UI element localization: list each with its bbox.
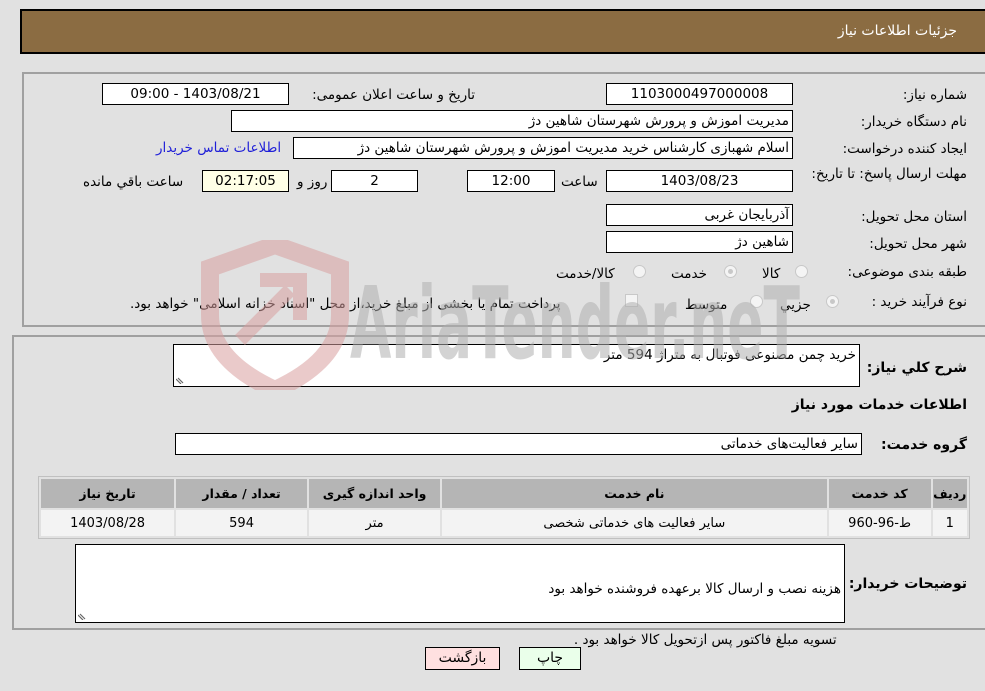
summary-text: خرید چمن مصنوعی فوتبال به متراژ 594 متر	[603, 347, 856, 363]
category-radio-service[interactable]	[724, 265, 737, 278]
process-label: نوع فرآیند خرید :	[871, 294, 967, 310]
process-minor-label: جزيي	[780, 297, 811, 313]
need-number-field: 1103000497000008	[606, 83, 793, 105]
buyer-notes-label: توضیحات خریدار:	[848, 576, 967, 592]
remaining-time-field: 02:17:05	[202, 170, 289, 192]
cell-code: ط-96-960	[828, 510, 931, 536]
print-button[interactable]: چاپ	[519, 647, 581, 670]
col-name-header: نام خدمت	[442, 479, 827, 508]
service-group-field: سایر فعالیت‌های خدماتی	[175, 433, 862, 455]
process-radio-medium[interactable]	[750, 295, 763, 308]
cell-name: سایر فعالیت های خدماتی شخصی	[442, 510, 827, 536]
need-number-label: شماره نیاز:	[902, 87, 967, 103]
col-row-header: ردیف	[932, 479, 967, 508]
services-table: ردیف کد خدمت نام خدمت واحد اندازه گیری ت…	[38, 476, 970, 539]
service-group-label: گروه خدمت:	[881, 437, 967, 453]
cell-row: 1	[932, 510, 967, 536]
col-qty-header: تعداد / مقدار	[176, 479, 308, 508]
process-radio-minor[interactable]	[826, 295, 839, 308]
announce-datetime-field: 1403/08/21 - 09:00	[102, 83, 289, 105]
city-field: شاهین دژ	[606, 231, 793, 253]
buyer-notes-line-1: هزینه نصب و ارسال کالا برعهده فروشنده خو…	[548, 581, 841, 597]
category-goods-service-label: کالا/خدمت	[556, 266, 615, 282]
buyer-notes-textarea[interactable]: هزینه نصب و ارسال کالا برعهده فروشنده خو…	[75, 544, 845, 648]
page-header: جزئیات اطلاعات نیاز	[20, 9, 985, 54]
creator-label: ایجاد کننده درخواست:	[842, 141, 967, 157]
province-field: آذربایجان غربی	[606, 204, 793, 226]
process-medium-label: متوسط	[685, 297, 728, 313]
announce-datetime-label: تاریخ و ساعت اعلان عمومی:	[312, 87, 475, 103]
category-radio-goods[interactable]	[795, 265, 808, 278]
table-row: 1 ط-96-960 سایر فعالیت های خدماتی شخصی م…	[41, 510, 967, 536]
summary-label: شرح كلي نياز:	[866, 360, 967, 376]
deadline-date-field: 1403/08/23	[606, 170, 793, 192]
cell-date: 1403/08/28	[41, 510, 175, 536]
province-label: استان محل تحویل:	[861, 209, 967, 225]
treasury-checkbox[interactable]	[625, 294, 638, 307]
deadline-time-field: 12:00	[467, 170, 555, 192]
back-button[interactable]: بازگشت	[425, 647, 500, 670]
summary-textarea[interactable]: خرید چمن مصنوعی فوتبال به متراژ 594 متر	[173, 344, 860, 387]
resize-handle-icon[interactable]	[78, 610, 88, 620]
category-radio-goods-service[interactable]	[633, 265, 646, 278]
col-date-header: تاریخ نیاز	[41, 479, 175, 508]
buyer-org-field: مدیریت اموزش و پرورش شهرستان شاهین دژ	[231, 110, 793, 132]
page-title: جزئیات اطلاعات نیاز	[837, 23, 957, 39]
table-header-row: ردیف کد خدمت نام خدمت واحد اندازه گیری ت…	[41, 479, 967, 508]
city-label: شهر محل تحویل:	[869, 236, 967, 252]
deadline-label: مهلت ارسال پاسخ: تا تاریخ:	[811, 166, 967, 182]
category-service-label: خدمت	[671, 266, 707, 282]
treasury-note: پرداخت تمام یا بخشی از مبلغ خرید،از محل …	[130, 296, 561, 312]
cell-qty: 594	[176, 510, 308, 536]
services-heading: اطلاعات خدمات مورد نیاز	[791, 397, 967, 413]
remaining-time-label: ساعت باقي مانده	[83, 174, 184, 190]
days-label: روز و	[297, 174, 328, 190]
buyer-org-label: نام دستگاه خریدار:	[860, 114, 967, 130]
days-remaining-field: 2	[331, 170, 418, 192]
creator-field: اسلام شهبازی کارشناس خرید مدیریت اموزش و…	[293, 137, 793, 159]
cell-unit: متر	[309, 510, 441, 536]
category-label: طبقه بندی موضوعی:	[847, 264, 967, 280]
deadline-time-label: ساعت	[561, 174, 598, 190]
col-unit-header: واحد اندازه گیری	[309, 479, 441, 508]
buyer-contact-link[interactable]: اطلاعات تماس خریدار	[156, 140, 281, 156]
resize-handle-icon[interactable]	[176, 374, 186, 384]
category-goods-label: کالا	[762, 266, 781, 282]
col-code-header: کد خدمت	[828, 479, 931, 508]
